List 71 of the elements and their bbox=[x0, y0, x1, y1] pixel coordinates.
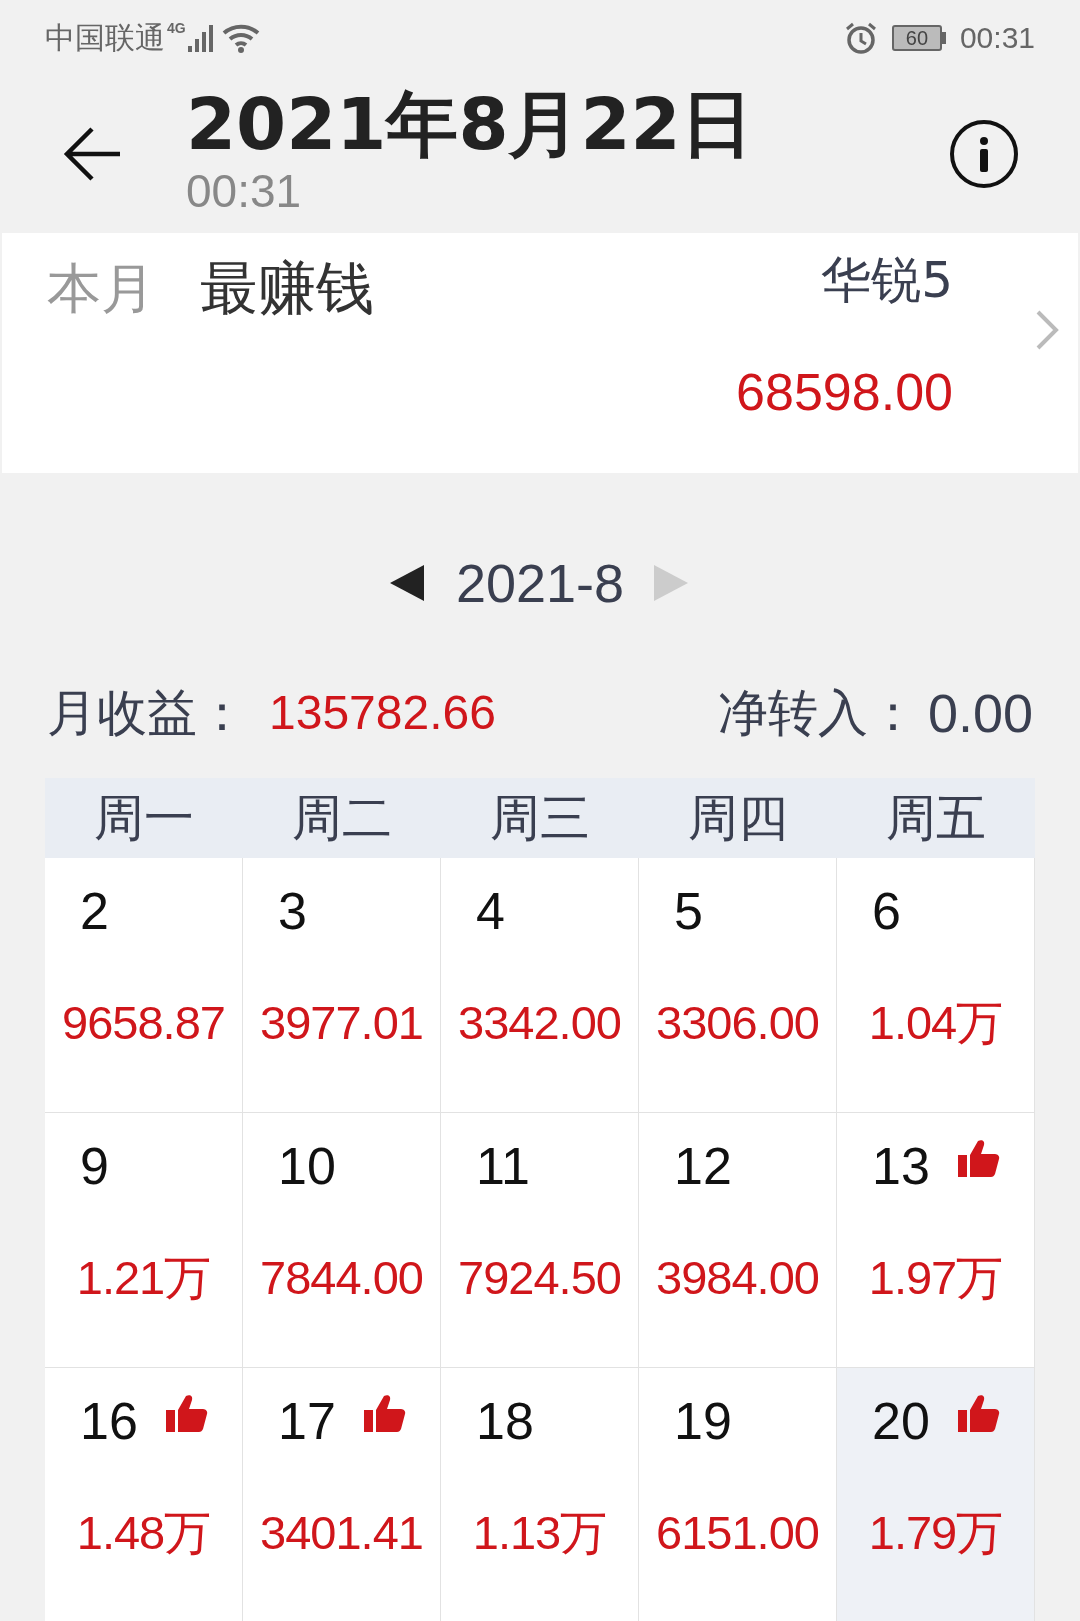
day-profit: 3306.00 bbox=[655, 995, 820, 1051]
day-number: 6 bbox=[872, 881, 901, 942]
calendar-day-cell[interactable]: 17 3401.41 bbox=[243, 1368, 441, 1621]
calendar-day-cell[interactable]: 18 1.13万 bbox=[441, 1368, 639, 1621]
day-profit: 7844.00 bbox=[259, 1250, 424, 1306]
day-number: 5 bbox=[674, 881, 703, 942]
info-icon bbox=[978, 136, 990, 172]
day-profit: 3984.00 bbox=[655, 1250, 820, 1306]
day-number: 19 bbox=[674, 1391, 732, 1452]
carrier-name: 中国联通 bbox=[45, 19, 165, 57]
day-profit: 3342.00 bbox=[457, 995, 622, 1051]
top-earner-label: 最赚钱 bbox=[200, 253, 374, 324]
alarm-icon bbox=[843, 20, 878, 55]
day-number: 10 bbox=[278, 1136, 336, 1197]
stock-name: 华锐5 bbox=[821, 250, 953, 311]
day-number: 20 bbox=[872, 1391, 930, 1452]
page-title: 2021年8月22日 bbox=[186, 82, 753, 166]
transfer-label: 净转入： bbox=[717, 682, 918, 744]
network-label: 4G bbox=[167, 19, 186, 38]
day-number: 16 bbox=[80, 1391, 138, 1452]
day-number: 11 bbox=[476, 1136, 530, 1197]
day-profit: 1.79万 bbox=[867, 1505, 1004, 1561]
income-value: 135782.66 bbox=[269, 685, 496, 741]
weekday-header: 周四 bbox=[688, 787, 788, 849]
stock-amount: 68598.00 bbox=[736, 362, 953, 423]
day-number: 3 bbox=[278, 881, 307, 942]
weekday-header: 周三 bbox=[490, 787, 590, 849]
day-profit: 1.21万 bbox=[75, 1250, 212, 1306]
day-number: 13 bbox=[872, 1136, 930, 1197]
day-number: 9 bbox=[80, 1136, 109, 1197]
day-profit: 3401.41 bbox=[259, 1505, 424, 1561]
income-label: 月收益： bbox=[47, 682, 247, 744]
day-number: 4 bbox=[476, 881, 505, 942]
clock: 00:31 bbox=[959, 20, 1035, 56]
calendar-day-cell[interactable]: 6 1.04万 bbox=[837, 858, 1035, 1112]
info-button[interactable] bbox=[950, 120, 1018, 188]
day-number: 12 bbox=[674, 1136, 732, 1197]
day-profit: 1.13万 bbox=[471, 1505, 608, 1561]
month-label: 2021-8 bbox=[455, 551, 625, 615]
signal-icon bbox=[187, 23, 214, 52]
page-subtitle: 00:31 bbox=[186, 166, 303, 216]
day-number: 2 bbox=[80, 881, 109, 942]
period-label: 本月 bbox=[47, 256, 155, 322]
day-profit: 1.04万 bbox=[867, 995, 1004, 1051]
wifi-icon bbox=[221, 22, 262, 53]
day-profit: 3977.01 bbox=[259, 995, 424, 1051]
calendar-day-cell[interactable]: 3 3977.01 bbox=[243, 858, 441, 1112]
day-profit: 6151.00 bbox=[655, 1505, 820, 1561]
calendar-day-cell[interactable]: 19 6151.00 bbox=[639, 1368, 837, 1621]
calendar-day-cell[interactable]: 9 1.21万 bbox=[45, 1113, 243, 1367]
transfer-value: 0.00 bbox=[927, 681, 1033, 745]
calendar-day-cell[interactable]: 11 7924.50 bbox=[441, 1113, 639, 1367]
calendar-day-cell[interactable]: 12 3984.00 bbox=[639, 1113, 837, 1367]
calendar-day-cell[interactable]: 4 3342.00 bbox=[441, 858, 639, 1112]
weekday-header: 周一 bbox=[94, 787, 194, 849]
day-number: 18 bbox=[476, 1391, 534, 1452]
calendar-day-cell[interactable]: 5 3306.00 bbox=[639, 858, 837, 1112]
calendar-day-cell[interactable]: 16 1.48万 bbox=[45, 1368, 243, 1621]
day-profit: 9658.87 bbox=[61, 995, 226, 1051]
weekday-header: 周二 bbox=[292, 787, 392, 849]
previous-month-button[interactable] bbox=[389, 563, 426, 603]
weekday-header: 周五 bbox=[886, 787, 986, 849]
day-profit: 7924.50 bbox=[457, 1250, 622, 1306]
calendar-day-cell[interactable]: 13 1.97万 bbox=[837, 1113, 1035, 1367]
day-profit: 1.97万 bbox=[867, 1250, 1004, 1306]
calendar-day-cell[interactable]: 2 9658.87 bbox=[45, 858, 243, 1112]
calendar-day-cell[interactable]: 10 7844.00 bbox=[243, 1113, 441, 1367]
top-earner-card[interactable]: 本月 最赚钱 华锐5 68598.00 bbox=[2, 233, 1078, 473]
day-number: 17 bbox=[278, 1391, 336, 1452]
calendar-day-cell[interactable]: 20 1.79万 bbox=[837, 1368, 1035, 1621]
day-profit: 1.48万 bbox=[75, 1505, 212, 1561]
